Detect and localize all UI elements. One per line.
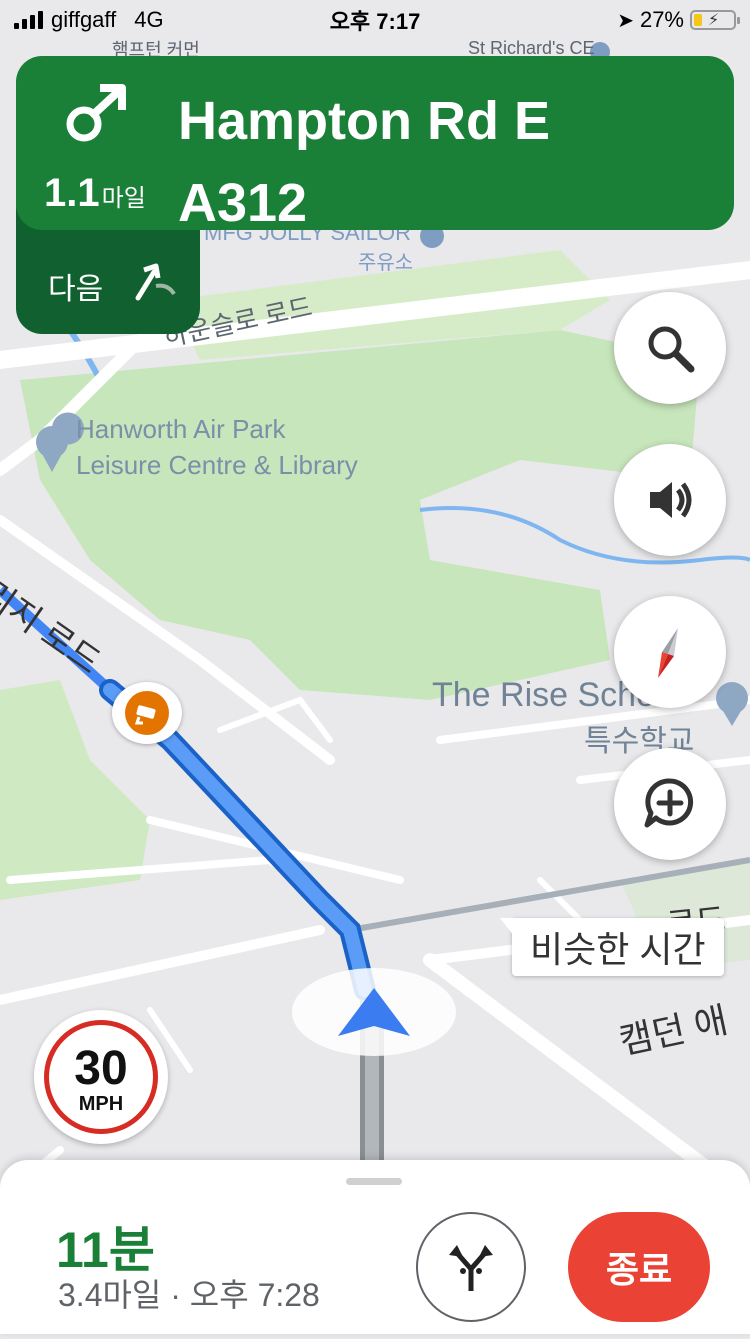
compass-button[interactable]	[614, 596, 726, 708]
map-label-park-line2: Leisure Centre & Library	[76, 450, 358, 480]
speed-camera-marker[interactable]	[112, 682, 182, 744]
map-label-park-line1: Hanworth Air Park	[76, 414, 286, 444]
speed-limit-sign: 30 MPH	[34, 1010, 168, 1144]
speed-limit-value: 30	[74, 1041, 128, 1095]
slight-right-turn-icon	[66, 84, 126, 142]
alternate-routes-icon	[449, 1245, 493, 1291]
alternate-routes-button[interactable]	[416, 1212, 526, 1322]
location-arrow-icon: ➤	[617, 9, 634, 32]
compass-icon	[658, 628, 678, 678]
speed-limit-unit: MPH	[78, 1092, 124, 1115]
trip-summary-sheet[interactable]: 11분 3.4마일 · 오후 7:28 종료	[0, 1160, 750, 1334]
distance-unit: 마일	[101, 185, 146, 212]
distance-to-turn: 1.1마일	[44, 171, 146, 216]
trip-details: 3.4마일 · 오후 7:28	[58, 1277, 320, 1313]
distance-value: 1.1	[44, 171, 100, 215]
slight-right-next-icon	[135, 263, 176, 301]
map-label-fuel-korean: 주유소	[358, 252, 414, 274]
status-bar: giffgaff 4G 오후 7:17 ➤ 27% ⚡	[0, 0, 750, 40]
search-icon	[648, 326, 695, 373]
navigation-banner[interactable]: 1.1마일 Hampton Rd E A312	[16, 56, 734, 233]
street-name: Hampton Rd E	[178, 91, 550, 151]
add-report-button[interactable]	[614, 748, 726, 860]
traffic-comparison-tag[interactable]: 비슷한 시간	[500, 918, 724, 976]
sound-button[interactable]	[614, 444, 726, 556]
add-report-icon	[644, 778, 694, 828]
speed-camera-icon	[125, 691, 169, 735]
search-button[interactable]	[614, 292, 726, 404]
road-number: A312	[178, 173, 308, 233]
battery-icon: ⚡	[690, 10, 740, 30]
volume-icon	[650, 482, 692, 518]
battery-percent: 27%	[639, 7, 684, 32]
sheet-drag-handle[interactable]	[346, 1178, 402, 1185]
next-label: 다음	[48, 273, 104, 306]
exit-navigation-button[interactable]: 종료	[568, 1212, 710, 1322]
